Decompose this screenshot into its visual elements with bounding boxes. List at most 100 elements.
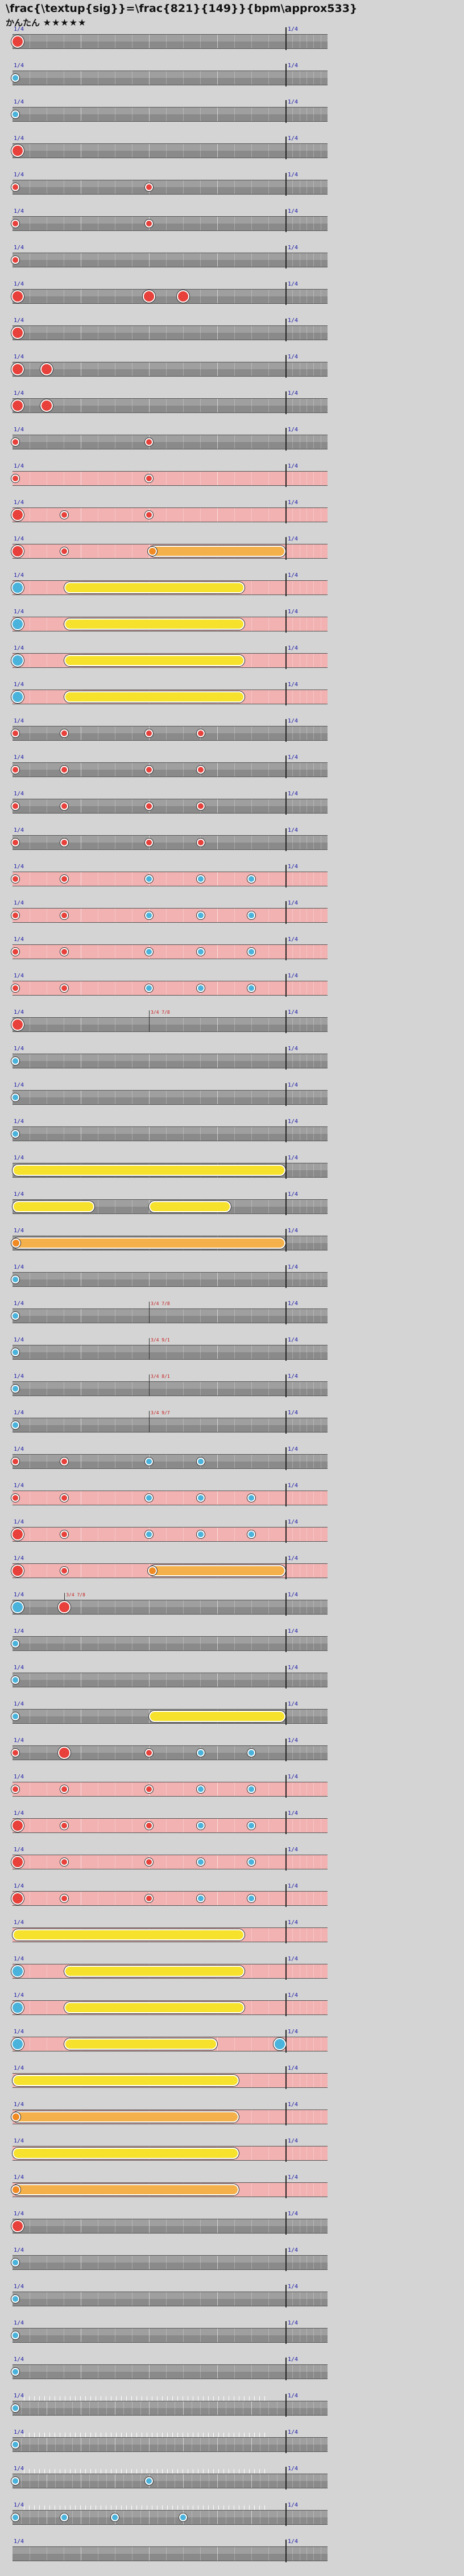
gridline	[306, 2511, 307, 2524]
measure-label-next: 1/4	[288, 2247, 299, 2253]
gridline	[217, 326, 218, 340]
gridline	[166, 763, 167, 777]
measure-label: 1/4	[14, 936, 24, 943]
dense-tick	[223, 2433, 224, 2437]
note-lane	[13, 1126, 328, 1141]
don-note	[145, 511, 153, 519]
measure-row: 1/4 1/4	[0, 2319, 464, 2355]
note-lane	[13, 2255, 328, 2270]
note-lane	[13, 253, 328, 267]
gridline	[200, 1018, 201, 1031]
gridline	[149, 2292, 150, 2306]
gridline	[55, 2511, 56, 2524]
gridline	[306, 2001, 307, 2014]
gridline	[306, 1782, 307, 1796]
gridline	[166, 836, 167, 849]
gogo-lane	[13, 981, 328, 996]
gridline	[292, 2074, 293, 2087]
dense-tick	[136, 2469, 137, 2474]
don-note	[11, 766, 19, 774]
gridline	[306, 180, 307, 194]
ka-note	[11, 2513, 19, 2521]
don-note-big	[40, 399, 53, 412]
don-note-big	[11, 1856, 24, 1868]
gridline	[306, 617, 307, 631]
gridline	[234, 1455, 235, 1468]
gridline	[313, 872, 314, 886]
ka-note	[11, 2441, 19, 2449]
gridline	[217, 1018, 218, 1031]
gridline	[149, 1637, 150, 1650]
gridline	[217, 1054, 218, 1068]
gridline	[183, 2329, 184, 2342]
gridline	[306, 1018, 307, 1031]
dense-tick	[218, 2396, 219, 2401]
dense-tick	[264, 2433, 265, 2437]
gridline	[123, 2511, 124, 2524]
dense-tick	[121, 2433, 122, 2437]
gridline	[183, 1418, 184, 1432]
gridline	[200, 1127, 201, 1141]
gridline	[234, 909, 235, 922]
don-note	[11, 802, 19, 810]
gridline	[306, 144, 307, 158]
gridline	[166, 1892, 167, 1905]
gridline	[313, 1054, 314, 1068]
measure-row: 1/4 1/4	[0, 608, 464, 644]
ka-note	[11, 2295, 19, 2303]
measure-label: 1/4	[14, 1628, 24, 1634]
gridline	[268, 2329, 269, 2342]
gridline	[38, 2474, 39, 2488]
gridline	[306, 1236, 307, 1250]
gridline	[183, 1127, 184, 1141]
gridline	[183, 144, 184, 158]
ka-note	[247, 1530, 255, 1538]
gridline	[306, 1964, 307, 1978]
barline	[285, 1557, 287, 1579]
gridline	[313, 2401, 314, 2415]
measure-row: 1/4 1/4	[0, 1736, 464, 1773]
measure-label-next: 1/4	[288, 135, 299, 142]
gridline	[200, 217, 201, 230]
gridline	[234, 1345, 235, 1359]
dense-tick	[70, 2505, 71, 2510]
gridline	[200, 399, 201, 412]
gridline	[183, 1600, 184, 1614]
gridline	[166, 1418, 167, 1432]
gridline	[313, 180, 314, 194]
gridline	[72, 2438, 73, 2451]
gridline	[183, 326, 184, 340]
barline	[285, 537, 287, 560]
gridline	[292, 1163, 293, 1177]
gridline	[183, 1091, 184, 1104]
gridline	[234, 180, 235, 194]
gridline	[313, 1855, 314, 1869]
measure-label: 1/4	[14, 99, 24, 105]
ka-note	[247, 1822, 255, 1830]
measure-label-next: 1/4	[288, 1774, 299, 1780]
barline	[285, 1083, 287, 1106]
dense-tick	[116, 2469, 117, 2474]
gridline	[306, 2219, 307, 2233]
gridline	[166, 1382, 167, 1396]
dense-tick	[39, 2469, 40, 2474]
gridline	[313, 35, 314, 48]
measure-label: 1/4	[14, 1919, 24, 1926]
gridline	[268, 435, 269, 449]
ka-note	[11, 1093, 19, 1101]
dense-tick	[249, 2433, 250, 2437]
gridline	[292, 1892, 293, 1905]
dense-tick	[177, 2505, 178, 2510]
measure-row: 1/4 1/4	[0, 753, 464, 790]
dense-tick	[80, 2469, 81, 2474]
measure-label-next: 1/4	[288, 2211, 299, 2217]
gridline	[313, 2146, 314, 2160]
gridline	[292, 2110, 293, 2124]
gridline	[306, 2401, 307, 2415]
dense-tick	[213, 2505, 214, 2510]
measure-label: 1/4	[14, 354, 24, 360]
note-lane	[13, 1454, 328, 1469]
ka-note-big	[11, 2038, 24, 2050]
gridline	[217, 35, 218, 48]
gridline	[292, 872, 293, 886]
